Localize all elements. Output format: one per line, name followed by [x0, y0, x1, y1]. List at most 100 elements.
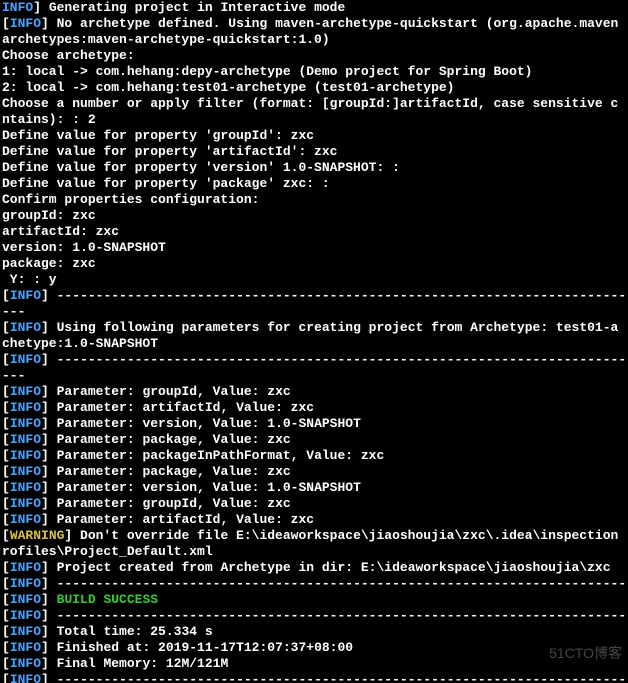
terminal-line: [INFO] Parameter: package, Value: zxc: [2, 432, 626, 448]
log-text: ] Finished at: 2019-11-17T12:07:37+08:00: [41, 640, 353, 655]
terminal-line: [INFO] ---------------------------------…: [2, 288, 626, 304]
terminal-line: [INFO] ---------------------------------…: [2, 608, 626, 624]
log-text: [: [2, 288, 10, 303]
log-text: [: [2, 608, 10, 623]
log-level-info: INFO: [10, 400, 41, 415]
log-level-info: INFO: [10, 288, 41, 303]
terminal-line: [INFO] Finished at: 2019-11-17T12:07:37+…: [2, 640, 626, 656]
log-level-info: INFO: [10, 592, 41, 607]
log-text: ] Using following parameters for creatin…: [41, 320, 618, 335]
terminal-line: Confirm properties configuration:: [2, 192, 626, 208]
terminal-line: ntains): : 2: [2, 112, 626, 128]
log-text: ---: [2, 368, 25, 383]
log-text: version: 1.0-SNAPSHOT: [2, 240, 166, 255]
log-text: ] Parameter: artifactId, Value: zxc: [41, 512, 314, 527]
terminal-line: artifactId: zxc: [2, 224, 626, 240]
log-level-info: INFO: [10, 560, 41, 575]
log-text: ] Parameter: groupId, Value: zxc: [41, 496, 291, 511]
log-text: rofiles\Project_Default.xml: [2, 544, 213, 559]
terminal-line: rofiles\Project_Default.xml: [2, 544, 626, 560]
terminal-output: INFO] Generating project in Interactive …: [0, 0, 628, 683]
log-text: [: [2, 576, 10, 591]
log-text: ] --------------------------------------…: [41, 352, 626, 367]
terminal-line: version: 1.0-SNAPSHOT: [2, 240, 626, 256]
log-text: ] Total time: 25.334 s: [41, 624, 213, 639]
log-text: chetype:1.0-SNAPSHOT: [2, 336, 158, 351]
log-text: Choose archetype:: [2, 48, 135, 63]
terminal-line: [INFO] ---------------------------------…: [2, 672, 626, 683]
terminal-line: chetype:1.0-SNAPSHOT: [2, 336, 626, 352]
log-text: Define value for property 'version' 1.0-…: [2, 160, 400, 175]
log-text: 2: local -> com.hehang:test01-archetype …: [2, 80, 454, 95]
terminal-line: INFO] Generating project in Interactive …: [2, 0, 626, 16]
log-level-info: INFO: [10, 576, 41, 591]
log-text: archetypes:maven-archetype-quickstart:1.…: [2, 32, 330, 47]
log-text: [: [2, 496, 10, 511]
log-text: artifactId: zxc: [2, 224, 119, 239]
log-level-info: INFO: [10, 608, 41, 623]
log-level-info: INFO: [10, 432, 41, 447]
terminal-line: [INFO] Total time: 25.334 s: [2, 624, 626, 640]
log-text: ] Parameter: packageInPathFormat, Value:…: [41, 448, 384, 463]
terminal-line: [INFO] Parameter: version, Value: 1.0-SN…: [2, 480, 626, 496]
log-level-info: INFO: [10, 352, 41, 367]
log-text: ] --------------------------------------…: [41, 608, 626, 623]
log-text: [: [2, 16, 10, 31]
terminal-line: Y: : y: [2, 272, 626, 288]
log-text: [: [2, 624, 10, 639]
log-text: Define value for property 'package' zxc:…: [2, 176, 330, 191]
log-text: ] --------------------------------------…: [41, 576, 626, 591]
log-text: ntains): : 2: [2, 112, 96, 127]
log-text: [: [2, 352, 10, 367]
log-text: [: [2, 464, 10, 479]
terminal-line: [INFO] Using following parameters for cr…: [2, 320, 626, 336]
log-level-info: INFO: [10, 656, 41, 671]
log-text: ] No archetype defined. Using maven-arch…: [41, 16, 618, 31]
log-text: [: [2, 480, 10, 495]
log-text: ] Parameter: artifactId, Value: zxc: [41, 400, 314, 415]
log-text: [: [2, 384, 10, 399]
terminal-line: [INFO] No archetype defined. Using maven…: [2, 16, 626, 32]
terminal-line: Define value for property 'artifactId': …: [2, 144, 626, 160]
log-text: [: [2, 400, 10, 415]
log-text: [: [2, 560, 10, 575]
terminal-line: Choose a number or apply filter (format:…: [2, 96, 626, 112]
log-level-info: INFO: [10, 464, 41, 479]
log-level-info: INFO: [10, 16, 41, 31]
terminal-line: archetypes:maven-archetype-quickstart:1.…: [2, 32, 626, 48]
log-level-info: INFO: [10, 496, 41, 511]
terminal-line: [INFO] Project created from Archetype in…: [2, 560, 626, 576]
log-text: [: [2, 672, 10, 683]
log-text: Y: : y: [2, 272, 57, 287]
log-text: groupId: zxc: [2, 208, 96, 223]
log-text: [: [2, 512, 10, 527]
log-text: [: [2, 432, 10, 447]
terminal-line: Define value for property 'groupId': zxc: [2, 128, 626, 144]
terminal-line: ---: [2, 304, 626, 320]
log-level-info: INFO: [10, 320, 41, 335]
terminal-line: groupId: zxc: [2, 208, 626, 224]
log-text: [: [2, 592, 10, 607]
terminal-line: ---: [2, 368, 626, 384]
terminal-line: [INFO] Parameter: artifactId, Value: zxc: [2, 400, 626, 416]
log-text: Confirm properties configuration:: [2, 192, 259, 207]
log-level-info: INFO: [2, 0, 33, 15]
log-text: ] --------------------------------------…: [41, 288, 626, 303]
log-level-info: INFO: [10, 624, 41, 639]
terminal-line: [WARNING] Don't override file E:\ideawor…: [2, 528, 626, 544]
terminal-line: [INFO] Parameter: artifactId, Value: zxc: [2, 512, 626, 528]
log-text: 1: local -> com.hehang:depy-archetype (D…: [2, 64, 533, 79]
terminal-line: 2: local -> com.hehang:test01-archetype …: [2, 80, 626, 96]
log-text: ] Don't override file E:\ideaworkspace\j…: [64, 528, 618, 543]
log-level-info: INFO: [10, 384, 41, 399]
log-text: [: [2, 640, 10, 655]
log-level-info: INFO: [10, 512, 41, 527]
log-text: [: [2, 320, 10, 335]
log-text: ] Project created from Archetype in dir:…: [41, 560, 611, 575]
terminal-line: Choose archetype:: [2, 48, 626, 64]
log-text: ] --------------------------------------…: [41, 672, 626, 683]
log-text: Define value for property 'groupId': zxc: [2, 128, 314, 143]
terminal-line: [INFO] Parameter: version, Value: 1.0-SN…: [2, 416, 626, 432]
log-text: ]: [41, 592, 57, 607]
log-level-warning: WARNING: [10, 528, 65, 543]
